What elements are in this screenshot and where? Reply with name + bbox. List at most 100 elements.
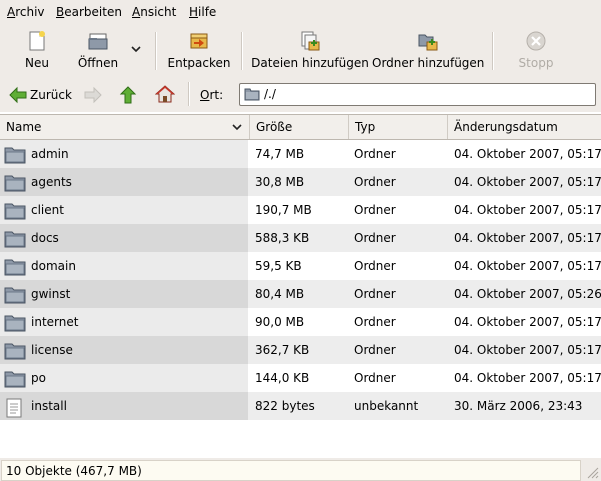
extract-button[interactable]: Entpacken [164,24,234,78]
location-input[interactable]: /./ [239,83,596,106]
menu-ansicht[interactable]: Ansicht [132,5,176,19]
file-size: 90,0 MB [255,315,305,329]
file-name-cell[interactable]: docs [0,224,248,252]
location-bar: Zurück Ort: /./ [0,78,601,112]
column-header-name[interactable]: Name [0,115,250,139]
folder-icon [4,370,26,392]
file-name: internet [31,315,79,329]
file-size: 59,5 KB [255,259,302,273]
folder-icon [4,146,26,168]
file-name-cell[interactable]: admin [0,140,248,168]
resize-grip-icon[interactable] [585,465,599,479]
file-type: Ordner [354,315,396,329]
column-header-row: Name Größe Typ Änderungsdatum [0,115,601,140]
open-dropdown-button[interactable] [126,24,146,78]
open-button[interactable]: Öffnen [72,24,124,78]
file-name-cell[interactable]: agents [0,168,248,196]
home-icon [155,85,175,103]
toolbar-separator [155,32,157,70]
file-size: 144,0 KB [255,371,310,385]
file-type: Ordner [354,231,396,245]
file-type: Ordner [354,371,396,385]
menu-hilfe[interactable]: Hilfe [189,5,216,19]
file-name-cell[interactable]: gwinst [0,280,248,308]
folder-icon [4,202,26,224]
extract-archive-icon [190,33,208,49]
add-folder-button[interactable]: Ordner hinzufügen [372,24,484,78]
file-row[interactable]: domain 59,5 KB Ordner 04. Oktober 2007, 05:… [0,252,601,280]
file-name: agents [31,175,72,189]
file-name: po [31,371,46,385]
file-modified: 04. Oktober 2007, 05:17 [454,175,601,189]
file-row[interactable]: admin 74,7 MB Ordner 04. Oktober 2007, 05:1… [0,140,601,168]
column-header-size[interactable]: Größe [250,115,349,139]
up-arrow-icon [119,86,137,104]
file-type: Ordner [354,259,396,273]
file-type: Ordner [354,343,396,357]
back-button[interactable]: Zurück [6,83,72,107]
back-arrow-icon [9,86,27,104]
file-name-cell[interactable]: po [0,364,248,392]
file-modified: 04. Oktober 2007, 05:17 [454,203,601,217]
stop-icon [526,31,546,51]
folder-icon [244,88,260,101]
file-name: client [31,203,64,217]
folder-icon [4,314,26,336]
file-name: domain [31,259,76,273]
menu-archiv[interactable]: Archiv [7,5,45,19]
file-size: 190,7 MB [255,203,312,217]
column-header-type[interactable]: Typ [349,115,448,139]
file-row[interactable]: docs 588,3 KB Ordner 04. Oktober 2007, 05:1… [0,224,601,252]
file-size: 74,7 MB [255,147,305,161]
file-size: 588,3 KB [255,231,310,245]
file-modified: 30. März 2006, 23:43 [454,399,583,413]
file-type: Ordner [354,147,396,161]
file-name-cell[interactable]: internet [0,308,248,336]
forward-button[interactable] [82,83,104,107]
file-type: Ordner [354,175,396,189]
new-document-icon [29,31,45,51]
file-name-cell[interactable]: client [0,196,248,224]
file-name: install [31,399,67,413]
file-row[interactable]: license 362,7 KB Ordner 04. Oktober 2007, 0… [0,336,601,364]
file-type: Ordner [354,287,396,301]
file-row[interactable]: install 822 bytes unbekannt 30. März 2006, … [0,392,601,420]
folder-icon [4,174,26,196]
file-name: admin [31,147,69,161]
file-modified: 04. Oktober 2007, 05:17 [454,231,601,245]
file-name: docs [31,231,59,245]
file-name: gwinst [31,287,71,301]
file-row[interactable]: internet 90,0 MB Ordner 04. Oktober 2007, 0… [0,308,601,336]
file-name-cell[interactable]: license [0,336,248,364]
file-modified: 04. Oktober 2007, 05:17 [454,147,601,161]
folder-icon [4,230,26,252]
up-button[interactable] [117,83,139,107]
file-size: 822 bytes [255,399,315,413]
file-type: Ordner [354,203,396,217]
file-icon [4,398,24,420]
file-name: license [31,343,73,357]
file-name-cell[interactable]: install [0,392,248,420]
stop-button[interactable]: Stopp [510,24,562,78]
toolbar-separator [492,32,494,70]
chevron-down-icon [131,46,141,53]
folder-icon [4,286,26,308]
folder-icon [4,342,26,364]
file-row[interactable]: po 144,0 KB Ordner 04. Oktober 2007, 05:17 [0,364,601,392]
new-button[interactable]: Neu [12,24,62,78]
forward-arrow-icon [84,86,102,104]
toolbar-separator [241,32,243,70]
sort-descending-icon [232,124,242,131]
column-header-modified[interactable]: Änderungsdatum [448,115,601,139]
add-files-button[interactable]: Dateien hinzufügen [250,24,370,78]
file-modified: 04. Oktober 2007, 05:17 [454,371,601,385]
menu-bearbeiten[interactable]: Bearbeiten [56,5,122,19]
file-name-cell[interactable]: domain [0,252,248,280]
file-row[interactable]: gwinst 80,4 MB Ordner 04. Oktober 2007, 05:… [0,280,601,308]
menu-bar: Archiv Bearbeiten Ansicht Hilfe [0,0,601,24]
file-row[interactable]: client 190,7 MB Ordner 04. Oktober 2007, 05… [0,196,601,224]
add-files-icon [301,31,320,51]
file-size: 30,8 MB [255,175,305,189]
home-button[interactable] [153,83,177,107]
file-row[interactable]: agents 30,8 MB Ordner 04. Oktober 2007, 05:… [0,168,601,196]
